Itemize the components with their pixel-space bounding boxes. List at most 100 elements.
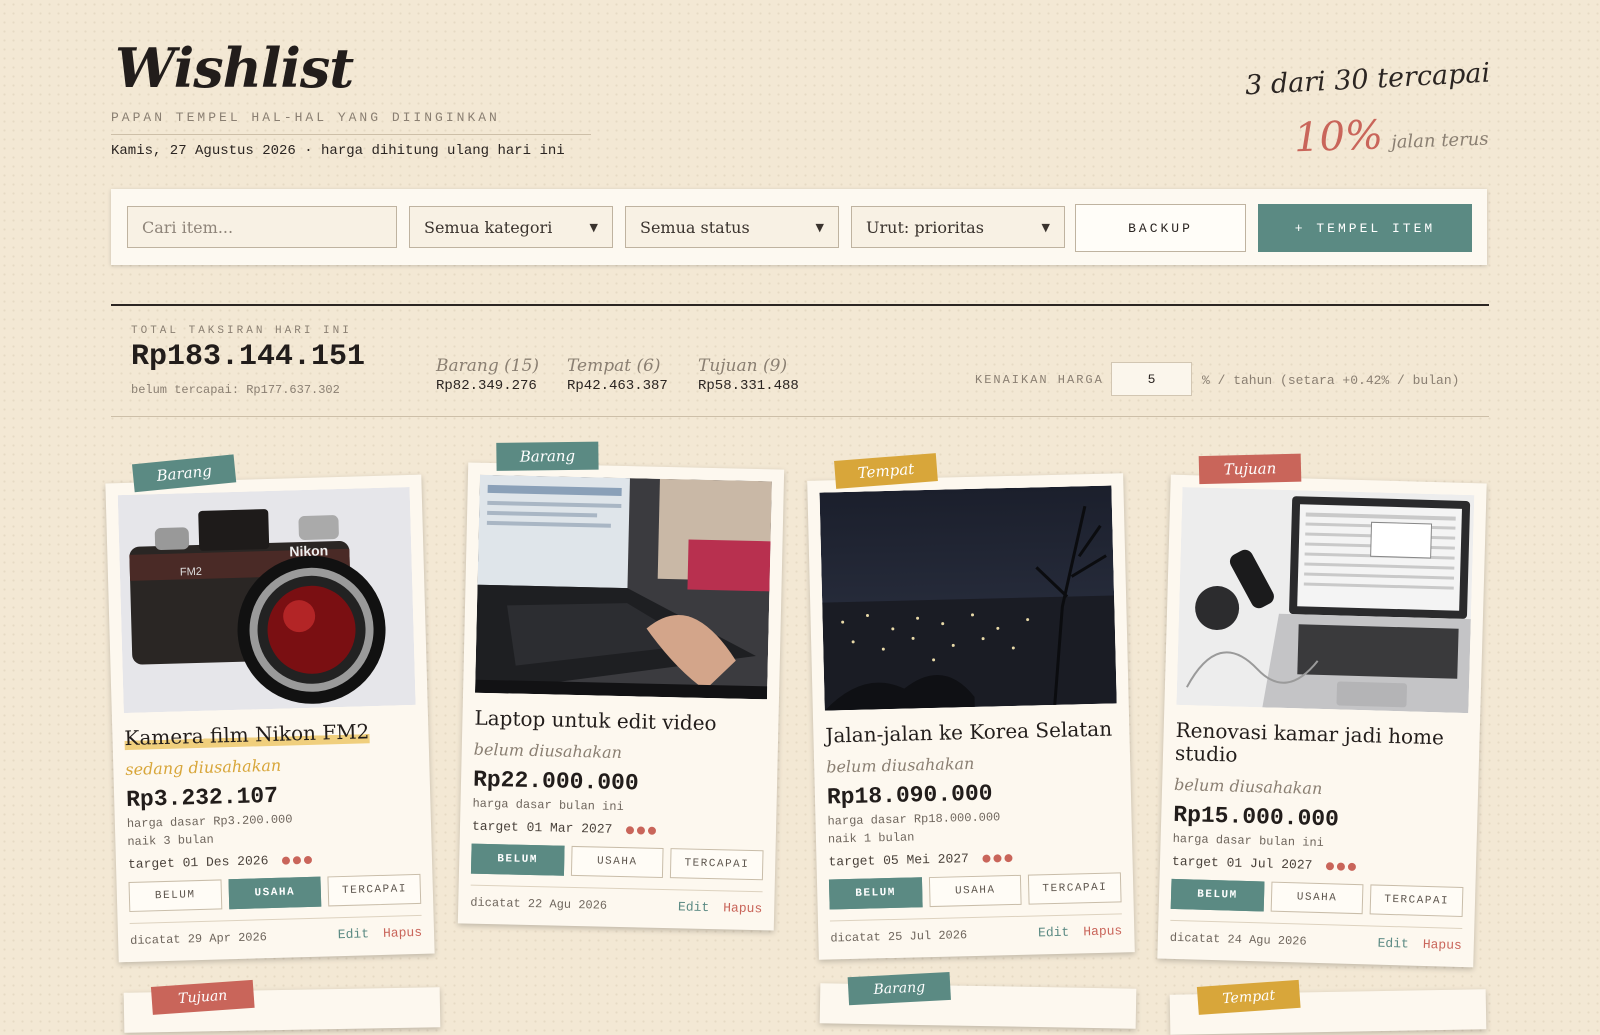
item-name: Kamera film Nikon FM2 [124, 719, 417, 751]
page-subtitle: PAPAN TEMPEL HAL-HAL YANG DIINGINKAN [111, 110, 500, 125]
item-target-text: target 01 Des 2026 [127, 853, 269, 873]
page-title: Wishlist [115, 36, 354, 100]
svg-text:FM2: FM2 [180, 566, 202, 579]
delete-link[interactable]: Hapus [723, 900, 762, 916]
status-belum-button[interactable]: BELUM [828, 877, 923, 910]
item-name-text: Kamera film Nikon FM2 [124, 719, 370, 751]
status-usaha-button[interactable]: USAHA [570, 845, 664, 879]
remaining-value: belum tercapai: Rp177.637.302 [131, 383, 340, 397]
priority-dots [1326, 861, 1357, 871]
search-input[interactable]: Cari item... [127, 206, 397, 248]
sort-select-value: Urut: prioritas [866, 217, 984, 237]
item-target: target 01 Jul 2027 [1172, 854, 1464, 877]
category-tag: Tujuan [1198, 453, 1302, 485]
category-tag: Tempat [834, 453, 938, 489]
item-target-text: target 05 Mei 2027 [828, 851, 970, 870]
status-tercapai-button[interactable]: TERCAPAI [1369, 884, 1464, 918]
item-target-text: target 01 Jul 2027 [1171, 853, 1313, 873]
progress-count: 3 dari 30 tercapai [1244, 57, 1491, 102]
priority-dots [626, 825, 657, 835]
recorded-date: dicatat 24 Agu 2026 [1169, 930, 1307, 949]
category-stat-name: Barang (15) [436, 356, 540, 376]
total-value: Rp183.144.151 [131, 340, 366, 374]
status-belum-button[interactable]: BELUM [128, 879, 222, 913]
item-status: sedang diusahakan [125, 755, 282, 780]
toolbar: Cari item... Semua kategori ▼ Semua stat… [111, 189, 1487, 265]
item-photo-korea [819, 485, 1117, 711]
status-usaha-button[interactable]: USAHA [228, 876, 322, 910]
edit-link[interactable]: Edit [338, 926, 370, 942]
status-belum-button[interactable]: BELUM [1170, 878, 1265, 912]
item-target: target 05 Mei 2027 [828, 847, 1120, 870]
item-increase: naik 3 bulan [127, 832, 214, 850]
item-target-text: target 01 Mar 2027 [471, 818, 613, 837]
status-toggle: BELUM USAHA TERCAPAI [828, 872, 1122, 910]
status-tercapai-button[interactable]: TERCAPAI [670, 848, 764, 881]
progress-percent-block: 10% jalan terus [1292, 109, 1489, 162]
category-stat-value: Rp42.463.387 [567, 378, 668, 394]
item-base-price: harga dasar Rp18.000.000 [827, 810, 1001, 829]
category-stat-value: Rp82.349.276 [436, 378, 537, 394]
wish-card-peek: Tujuan [123, 979, 441, 1033]
category-tag: Barang [496, 441, 599, 471]
wish-card: Tempat Jalan-jalan ke Korea Selatan belu… [807, 453, 1135, 960]
item-status: belum diusahakan [1173, 774, 1323, 799]
category-stat-name: Tempat (6) [567, 356, 661, 376]
status-usaha-button[interactable]: USAHA [1270, 881, 1364, 915]
status-tercapai-button[interactable]: TERCAPAI [327, 873, 422, 907]
delete-link[interactable]: Hapus [383, 925, 422, 941]
category-select[interactable]: Semua kategori ▼ [409, 206, 613, 248]
wish-card: Barang Laptop untuk edit video belum diu… [457, 441, 785, 931]
recorded-date: dicatat 29 Apr 2026 [129, 929, 268, 948]
status-usaha-button[interactable]: USAHA [928, 874, 1022, 908]
item-photo-laptop [475, 474, 772, 700]
header-divider [111, 134, 591, 135]
status-select[interactable]: Semua status ▼ [625, 206, 839, 248]
sort-select[interactable]: Urut: prioritas ▼ [851, 206, 1065, 248]
chevron-down-icon: ▼ [589, 220, 598, 234]
item-status: belum diusahakan [473, 739, 623, 763]
inflation-input[interactable]: 5 [1111, 362, 1192, 396]
category-tag: Tempat [1196, 979, 1301, 1015]
edit-link[interactable]: Edit [1038, 925, 1070, 941]
svg-text:Nikon: Nikon [289, 542, 328, 559]
priority-dots [282, 855, 313, 865]
item-name: Renovasi kamar jadi home studio [1174, 717, 1445, 767]
total-label: TOTAL TAKSIRAN HARI INI [131, 325, 352, 337]
status-toggle: BELUM USAHA TERCAPAI [1170, 878, 1464, 918]
wish-card-peek: Tempat [1169, 979, 1487, 1035]
card-footer: dicatat 24 Agu 2026 Edit Hapus [1169, 919, 1463, 953]
delete-link[interactable]: Hapus [1423, 937, 1462, 953]
category-select-value: Semua kategori [424, 217, 553, 237]
item-base-price: harga dasar bulan ini [472, 796, 624, 815]
priority-dots [982, 853, 1013, 863]
item-name: Laptop untuk edit video [474, 705, 717, 736]
item-price: Rp22.000.000 [472, 766, 639, 797]
inflation-label: KENAIKAN HARGA [975, 373, 1104, 387]
inflation-note: % / tahun (setara +0.42% / bulan) [1202, 373, 1460, 388]
card-footer: dicatat 29 Apr 2026 Edit Hapus [129, 914, 423, 948]
status-toggle: BELUM USAHA TERCAPAI [128, 873, 422, 913]
edit-link[interactable]: Edit [1377, 936, 1409, 952]
item-status: belum diusahakan [825, 753, 975, 777]
chevron-down-icon: ▼ [1041, 220, 1050, 234]
chevron-down-icon: ▼ [815, 220, 824, 234]
category-stat-tempat: Tempat (6) Rp42.463.387 [567, 356, 668, 394]
add-item-button[interactable]: + TEMPEL ITEM [1258, 204, 1472, 252]
dateline: Kamis, 27 Agustus 2026 · harga dihitung … [111, 143, 565, 159]
category-tag: Barang [847, 971, 951, 1006]
item-base-price: harga dasar bulan ini [1172, 831, 1325, 851]
recorded-date: dicatat 22 Agu 2026 [470, 895, 608, 913]
item-photo-studio [1176, 487, 1475, 714]
status-select-value: Semua status [640, 217, 750, 237]
item-price: Rp15.000.000 [1172, 801, 1340, 833]
progress-percent: 10% [1292, 112, 1384, 162]
status-belum-button[interactable]: BELUM [470, 843, 565, 876]
backup-button[interactable]: BACKUP [1075, 204, 1246, 252]
category-stat-value: Rp58.331.488 [698, 378, 799, 394]
status-toggle: BELUM USAHA TERCAPAI [470, 843, 764, 881]
delete-link[interactable]: Hapus [1083, 923, 1122, 939]
item-name: Jalan-jalan ke Korea Selatan [825, 716, 1113, 748]
status-tercapai-button[interactable]: TERCAPAI [1028, 872, 1122, 905]
edit-link[interactable]: Edit [678, 899, 710, 915]
